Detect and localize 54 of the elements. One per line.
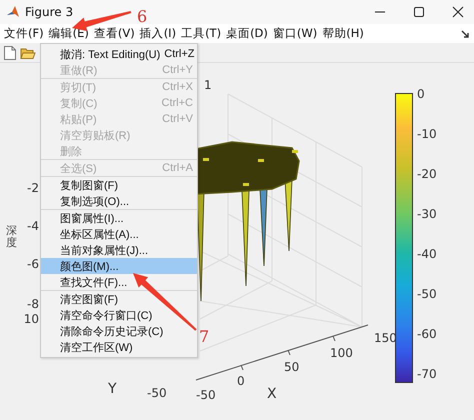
axis-label: Y (108, 382, 117, 396)
menu-item[interactable]: 撤消: Text Editing(U) Ctrl+Z (41, 46, 197, 62)
axis-tick-label: -50 (147, 386, 167, 400)
menu-item[interactable]: 文件(F) (2, 26, 47, 41)
axis-tick-label: 10 (24, 312, 39, 326)
axis-tick-label: 50 (284, 360, 300, 374)
menu-item[interactable]: 查看(V) (92, 26, 138, 41)
window-title: Figure 3 (25, 5, 74, 19)
axis-tick-label: -8 (27, 297, 39, 311)
menu-item[interactable]: 清空命令行窗口(C) (41, 307, 197, 323)
axis-tick-label: 100 (330, 346, 353, 360)
axis-tick-label: 0 (237, 374, 245, 388)
colorbar-tick-label: -50 (417, 287, 437, 301)
annotation-number: 7 (199, 328, 210, 346)
axis-tick-label: 1 (204, 78, 212, 92)
menu-item[interactable]: 窗口(W) (270, 26, 320, 41)
colorbar-tick-label: -40 (417, 247, 437, 261)
axis-tick-label: -4 (27, 219, 39, 233)
menu-item[interactable]: 坐标区属性(A)... (41, 226, 197, 242)
dock-arrow-icon[interactable] (461, 30, 469, 38)
menu-item[interactable]: 当前对象属性(J)... (41, 242, 197, 258)
colorbar-tick-label: -20 (417, 167, 437, 181)
menu-item[interactable]: 复制选项(O)... (41, 193, 197, 209)
surface-marker (243, 183, 249, 186)
menu-item[interactable]: 清空工作区(W) (41, 339, 197, 355)
colorbar-tick-label: -30 (417, 207, 437, 221)
close-icon[interactable] (452, 6, 464, 18)
menu-item[interactable]: 桌面(D) (224, 26, 271, 41)
colorbar-tick-label: -10 (417, 127, 437, 141)
menu-item[interactable]: 清除命令历史记录(C) (41, 323, 197, 339)
menu-item[interactable]: 清空图窗(F) (41, 291, 197, 307)
menu-item[interactable]: 复制图窗(F) (41, 177, 197, 193)
menu-item[interactable]: 帮助(H) (320, 26, 367, 41)
menu-item[interactable]: 查找文件(F)... (41, 274, 197, 290)
surface-marker (203, 158, 209, 161)
app-logo-icon (6, 5, 20, 19)
open-folder-icon[interactable] (20, 46, 36, 60)
annotation-number: 6 (137, 8, 148, 26)
menu-item[interactable]: 插入(I) (138, 26, 180, 41)
menu-item[interactable]: 工具(T) (179, 26, 224, 41)
menu-item[interactable]: 图窗属性(I)... (41, 210, 197, 226)
surface-marker (258, 159, 264, 162)
surface-marker (292, 150, 298, 153)
axis-tick-label: -50 (196, 388, 216, 402)
axis-tick-label: -2 (27, 181, 39, 195)
axis-tick-label: -6 (27, 257, 39, 271)
menu-item[interactable]: 颜色图(M)... (41, 258, 197, 274)
axis-label: 深度 (6, 225, 17, 250)
colorbar-tick-label: -70 (417, 367, 437, 381)
maximize-icon[interactable] (413, 6, 425, 18)
colorbar-tick-label: 0 (417, 87, 425, 101)
axis-label: X (267, 387, 277, 401)
new-file-icon[interactable] (3, 44, 17, 60)
colorbar-tick-label: -60 (417, 327, 437, 341)
